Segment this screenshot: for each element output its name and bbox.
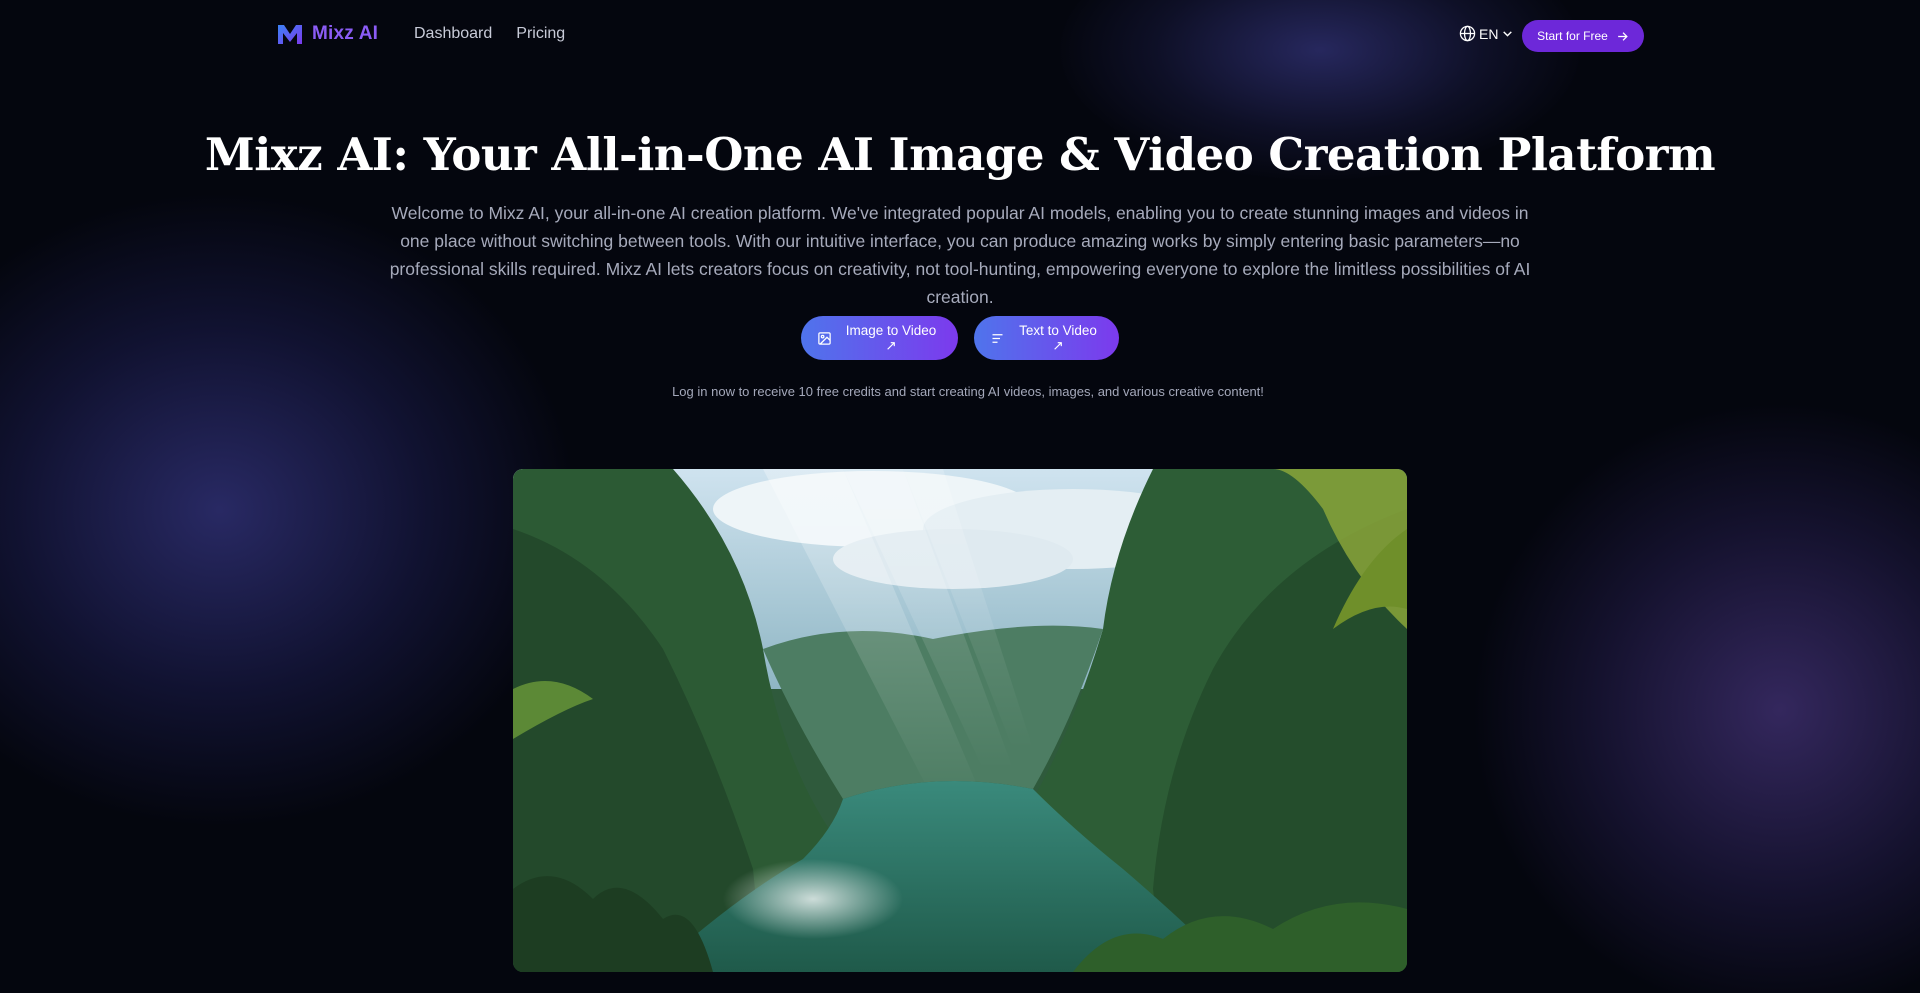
- brand-name: Mixz AI: [312, 23, 379, 44]
- free-credits-note: Log in now to receive 10 free credits an…: [672, 384, 1264, 399]
- showcase-image: [513, 469, 1407, 972]
- text-to-video-button[interactable]: Text to Video ↗: [974, 316, 1119, 360]
- start-for-free-button[interactable]: Start for Free: [1522, 20, 1644, 52]
- start-for-free-label: Start for Free: [1537, 29, 1608, 43]
- nav-dashboard[interactable]: Dashboard: [414, 25, 492, 43]
- hero-description: Welcome to Mixz AI, your all-in-one AI c…: [389, 203, 1531, 307]
- site-header: Mixz AI Dashboard Pricing EN Start for F…: [0, 0, 1920, 72]
- image-to-video-button[interactable]: Image to Video ↗: [801, 316, 958, 360]
- main-nav: Dashboard Pricing: [414, 25, 565, 43]
- image-to-video-label: Image to Video ↗: [845, 322, 937, 353]
- nav-pricing[interactable]: Pricing: [516, 25, 565, 43]
- jungle-river-image: [513, 469, 1407, 972]
- logo-m-icon: [278, 25, 302, 44]
- landing-page: Mixz AI Dashboard Pricing EN Start for F…: [0, 0, 1920, 993]
- background-glow-right: [1470, 400, 1920, 993]
- text-to-video-label: Text to Video ↗: [1019, 322, 1097, 353]
- language-label: EN: [1479, 25, 1499, 42]
- brand-logo[interactable]: Mixz AI: [276, 22, 378, 46]
- chevron-down-icon: [1503, 31, 1513, 37]
- hero-title: Mixz AI: Your All-in-One AI Image & Vide…: [204, 128, 1716, 181]
- text-lines-icon: [992, 333, 1003, 343]
- hero-actions: Image to Video ↗ Text to Video ↗: [0, 316, 1920, 360]
- globe-icon: [1459, 25, 1476, 42]
- language-selector[interactable]: EN: [1459, 25, 1514, 42]
- image-icon: [818, 331, 831, 345]
- arrow-right-icon: [1618, 31, 1628, 41]
